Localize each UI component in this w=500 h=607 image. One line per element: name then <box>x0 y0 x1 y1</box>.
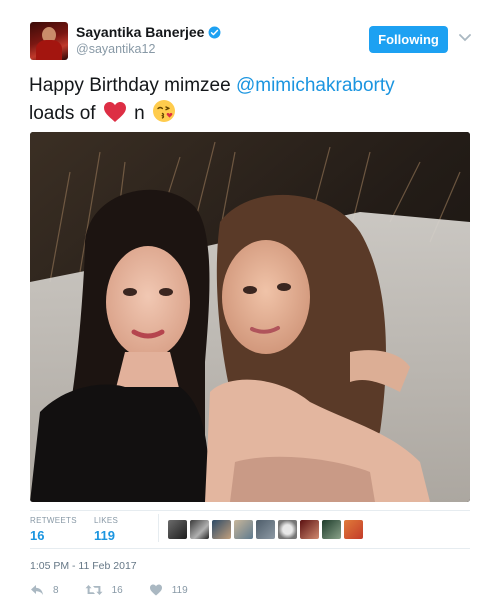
user-handle[interactable]: @sayantika12 <box>76 42 155 56</box>
user-name-row[interactable]: Sayantika Banerjee <box>76 24 221 40</box>
liker-avatar[interactable] <box>234 520 253 539</box>
heart-icon <box>149 584 162 596</box>
reply-count: 8 <box>53 584 59 596</box>
likes-label[interactable]: LIKES <box>94 516 118 525</box>
reply-icon <box>31 585 43 595</box>
tweet-text: Happy Birthday mimzee @mimichakraborty l… <box>29 72 479 131</box>
tweet-text-part: loads of <box>29 103 101 124</box>
likes-count[interactable]: 119 <box>94 528 115 543</box>
verified-badge-icon <box>208 26 221 38</box>
tweet-timestamp[interactable]: 1:05 PM - 11 Feb 2017 <box>30 560 137 572</box>
liker-avatar[interactable] <box>168 520 187 539</box>
liker-avatar[interactable] <box>278 520 297 539</box>
tweet-photo[interactable] <box>30 132 470 502</box>
retweet-button[interactable]: 16 <box>85 584 123 596</box>
liker-avatar[interactable] <box>300 520 319 539</box>
retweets-label[interactable]: RETWEETS <box>30 516 77 525</box>
liker-avatar[interactable] <box>344 520 363 539</box>
divider <box>30 510 470 511</box>
reply-button[interactable]: 8 <box>30 584 59 596</box>
liker-avatar[interactable] <box>190 520 209 539</box>
tweet-actions: 8 16 119 <box>30 584 214 596</box>
liker-avatar[interactable] <box>322 520 341 539</box>
retweet-count: 16 <box>111 584 123 596</box>
divider <box>30 548 470 549</box>
like-count: 119 <box>171 584 188 596</box>
display-name[interactable]: Sayantika Banerjee <box>76 24 204 40</box>
mention-link[interactable]: @mimichakraborty <box>236 75 395 96</box>
tweet-card: Sayantika Banerjee @sayantika12 Followin… <box>0 0 500 607</box>
like-button[interactable]: 119 <box>149 584 188 596</box>
liker-avatars <box>168 520 366 539</box>
photo-image <box>30 132 470 502</box>
retweets-count[interactable]: 16 <box>30 528 44 543</box>
red-heart-emoji-icon <box>103 101 127 131</box>
face-blowing-kiss-emoji-icon <box>152 99 176 131</box>
chevron-down-icon[interactable] <box>459 33 471 43</box>
liker-avatar[interactable] <box>256 520 275 539</box>
user-avatar[interactable] <box>30 22 68 60</box>
following-button[interactable]: Following <box>369 26 448 53</box>
liker-avatar[interactable] <box>212 520 231 539</box>
tweet-text-part: n <box>128 103 150 124</box>
retweet-icon <box>85 585 103 595</box>
tweet-text-part: Happy Birthday mimzee <box>29 75 236 96</box>
stats-separator <box>158 514 159 542</box>
